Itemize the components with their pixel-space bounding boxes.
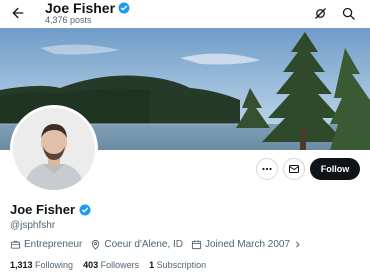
subscription-stat[interactable]: 1 Subscription [149, 260, 206, 270]
header-name-text: Joe Fisher [45, 0, 116, 16]
following-stat[interactable]: 1,313 Following [10, 260, 73, 270]
profile-meta-row: Entrepreneur Coeur d'Alene, ID Joined Ma… [10, 239, 310, 250]
profile-stats-row: 1,313 Following 403 Followers 1 Subscrip… [10, 260, 216, 270]
category-text: Entrepreneur [24, 239, 83, 250]
briefcase-icon [10, 240, 21, 249]
more-button[interactable] [256, 158, 278, 180]
follow-button[interactable]: Follow [310, 158, 360, 180]
display-name-text: Joe Fisher [10, 202, 76, 217]
grok-button[interactable] [311, 4, 329, 22]
header-name: Joe Fisher [45, 0, 130, 16]
location-text: Coeur d'Alene, ID [104, 239, 183, 250]
location-item: Coeur d'Alene, ID [90, 239, 183, 250]
calendar-icon [191, 240, 202, 250]
following-label: Following [35, 260, 74, 270]
profile-top-bar: Joe Fisher 4,376 posts [0, 0, 370, 28]
location-pin-icon [92, 239, 100, 250]
avatar-portrait-image [13, 108, 95, 190]
message-button[interactable] [283, 158, 305, 180]
search-button[interactable] [339, 4, 357, 22]
subscription-label: Subscription [156, 260, 207, 270]
mail-icon [289, 165, 299, 173]
followers-count: 403 [83, 260, 101, 270]
profile-display-name: Joe Fisher [10, 202, 91, 217]
category-item: Entrepreneur [10, 239, 82, 250]
header-post-count: 4,376 posts [45, 15, 92, 25]
more-icon [262, 167, 272, 171]
back-arrow-icon [12, 7, 24, 19]
profile-handle: @jsphfshr [10, 220, 56, 231]
subscription-count: 1 [149, 260, 157, 270]
followers-stat[interactable]: 403 Followers [83, 260, 139, 270]
chevron-right-icon [296, 241, 300, 248]
search-icon [342, 7, 355, 20]
profile-avatar[interactable] [10, 105, 98, 193]
joined-item[interactable]: Joined March 2007 [191, 239, 302, 250]
joined-text: Joined March 2007 [205, 239, 291, 250]
verified-badge-icon [118, 2, 130, 14]
verified-badge-icon[interactable] [79, 204, 91, 216]
back-button[interactable] [8, 3, 28, 23]
grok-icon [314, 7, 326, 19]
followers-label: Followers [100, 260, 140, 270]
following-count: 1,313 [10, 260, 36, 270]
